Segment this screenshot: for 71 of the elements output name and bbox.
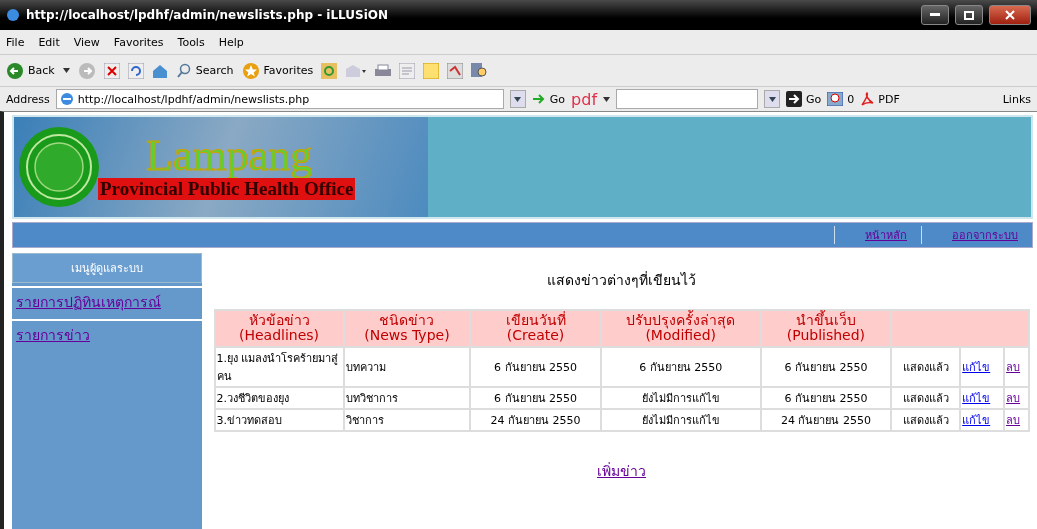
go-button[interactable]: Go: [531, 92, 566, 106]
table-cell: 3.ข่าวทดสอบ: [215, 409, 343, 430]
maximize-button[interactable]: [955, 5, 983, 25]
address-label: Address: [6, 92, 50, 106]
table-cell: 6 กันยายน 2550: [601, 347, 760, 386]
table-cell: 6 กันยายน 2550: [761, 387, 891, 408]
close-button[interactable]: [989, 5, 1031, 25]
table-cell: 1.ยุง แมลงนำโรคร้ายมาสู่คน: [215, 347, 343, 386]
dropdown-button[interactable]: [509, 90, 526, 108]
table-cell: 6 กันยายน 2550: [471, 387, 600, 408]
refresh-icon[interactable]: [127, 62, 144, 79]
stop-icon[interactable]: [103, 62, 120, 79]
column-header: ปรับปรุงครั้งล่าสุด (Modified): [601, 311, 760, 346]
caret-icon: [768, 96, 776, 102]
table-cell: วิชาการ: [344, 409, 470, 430]
star-icon: [241, 61, 260, 80]
caret-icon[interactable]: [62, 68, 70, 73]
menu-item[interactable]: Help: [218, 35, 244, 49]
column-header: ชนิดข่าว (News Type): [344, 311, 470, 346]
arrow-icon: [531, 93, 546, 105]
column-header: นำขึ้นเว็บ (Published): [761, 311, 891, 346]
links-button[interactable]: Links: [1002, 92, 1031, 106]
home-icon[interactable]: [151, 62, 168, 79]
table-cell: 2.วงชีวิตของยุง: [215, 387, 343, 408]
pdf-search-field[interactable]: [616, 89, 759, 109]
caret-icon: [514, 96, 522, 102]
table-cell: แสดงแล้ว: [892, 387, 960, 408]
caret-icon[interactable]: [603, 96, 611, 102]
table-cell: 24 กันยายน 2550: [761, 409, 891, 430]
menu-item[interactable]: File: [6, 35, 25, 49]
address-field[interactable]: http://localhost/lpdhf/admin/newslists.php: [55, 89, 504, 109]
column-header: หัวข้อข่าว (Headlines): [215, 311, 343, 346]
dropdown-button[interactable]: [764, 90, 781, 108]
back-button[interactable]: Back: [6, 61, 55, 80]
menu-item[interactable]: View: [73, 35, 100, 49]
close-icon: [1005, 10, 1015, 20]
table-cell: บทความ: [344, 347, 470, 386]
pdf-logo[interactable]: pdf: [571, 89, 598, 109]
popup-blocker-icon: [827, 92, 844, 106]
minimize-icon: [930, 13, 940, 17]
page-icon: [59, 92, 74, 106]
banner-title: Lampang: [146, 134, 314, 178]
page-heading: แสดงข่าวต่างๆที่เขียนไว้: [547, 270, 696, 290]
table-cell: ยังไม่มีการแก้ไข: [601, 409, 760, 430]
table-cell: แสดงแล้ว: [892, 409, 960, 430]
table-cell: แสดงแล้ว: [892, 347, 960, 386]
favorites-button[interactable]: Favorites: [241, 61, 314, 80]
table-cell: 6 กันยายน 2550: [471, 347, 600, 386]
search-icon: [175, 62, 192, 79]
window-title: http://localhost/lpdhf/admin/newslists.php - iLLUSiON: [26, 8, 390, 22]
table-cell: ยังไม่มีการแก้ไข: [601, 387, 760, 408]
column-header: เขียนวันที่ (Create): [471, 311, 600, 346]
menu-item[interactable]: Favorites: [113, 35, 164, 49]
print-icon[interactable]: [375, 62, 392, 79]
table-cell: 6 กันยายน 2550: [761, 347, 891, 386]
menu-item[interactable]: Tools: [177, 35, 205, 49]
pdf-icon: [860, 92, 875, 106]
maximize-icon: [964, 10, 974, 20]
search-button[interactable]: Search: [175, 62, 234, 79]
banner-subtitle: Provincial Public Health Office: [98, 178, 356, 200]
add-news-link[interactable]: เพิ่มข่าว: [597, 459, 646, 482]
table-cell: 24 กันยายน 2550: [471, 409, 600, 430]
table-cell: บทวิชาการ: [344, 387, 470, 408]
menu-item[interactable]: Edit: [38, 35, 60, 49]
minimize-button[interactable]: [921, 5, 949, 25]
pdf-button[interactable]: PDF: [860, 92, 900, 106]
popup-blocker-button[interactable]: 0: [827, 92, 855, 106]
browser-icon: [6, 8, 20, 22]
go-button[interactable]: Go: [786, 91, 822, 107]
arrow-icon: [786, 91, 803, 107]
sidebar-heading: เมนูผู้ดูแลระบบ: [12, 253, 202, 283]
